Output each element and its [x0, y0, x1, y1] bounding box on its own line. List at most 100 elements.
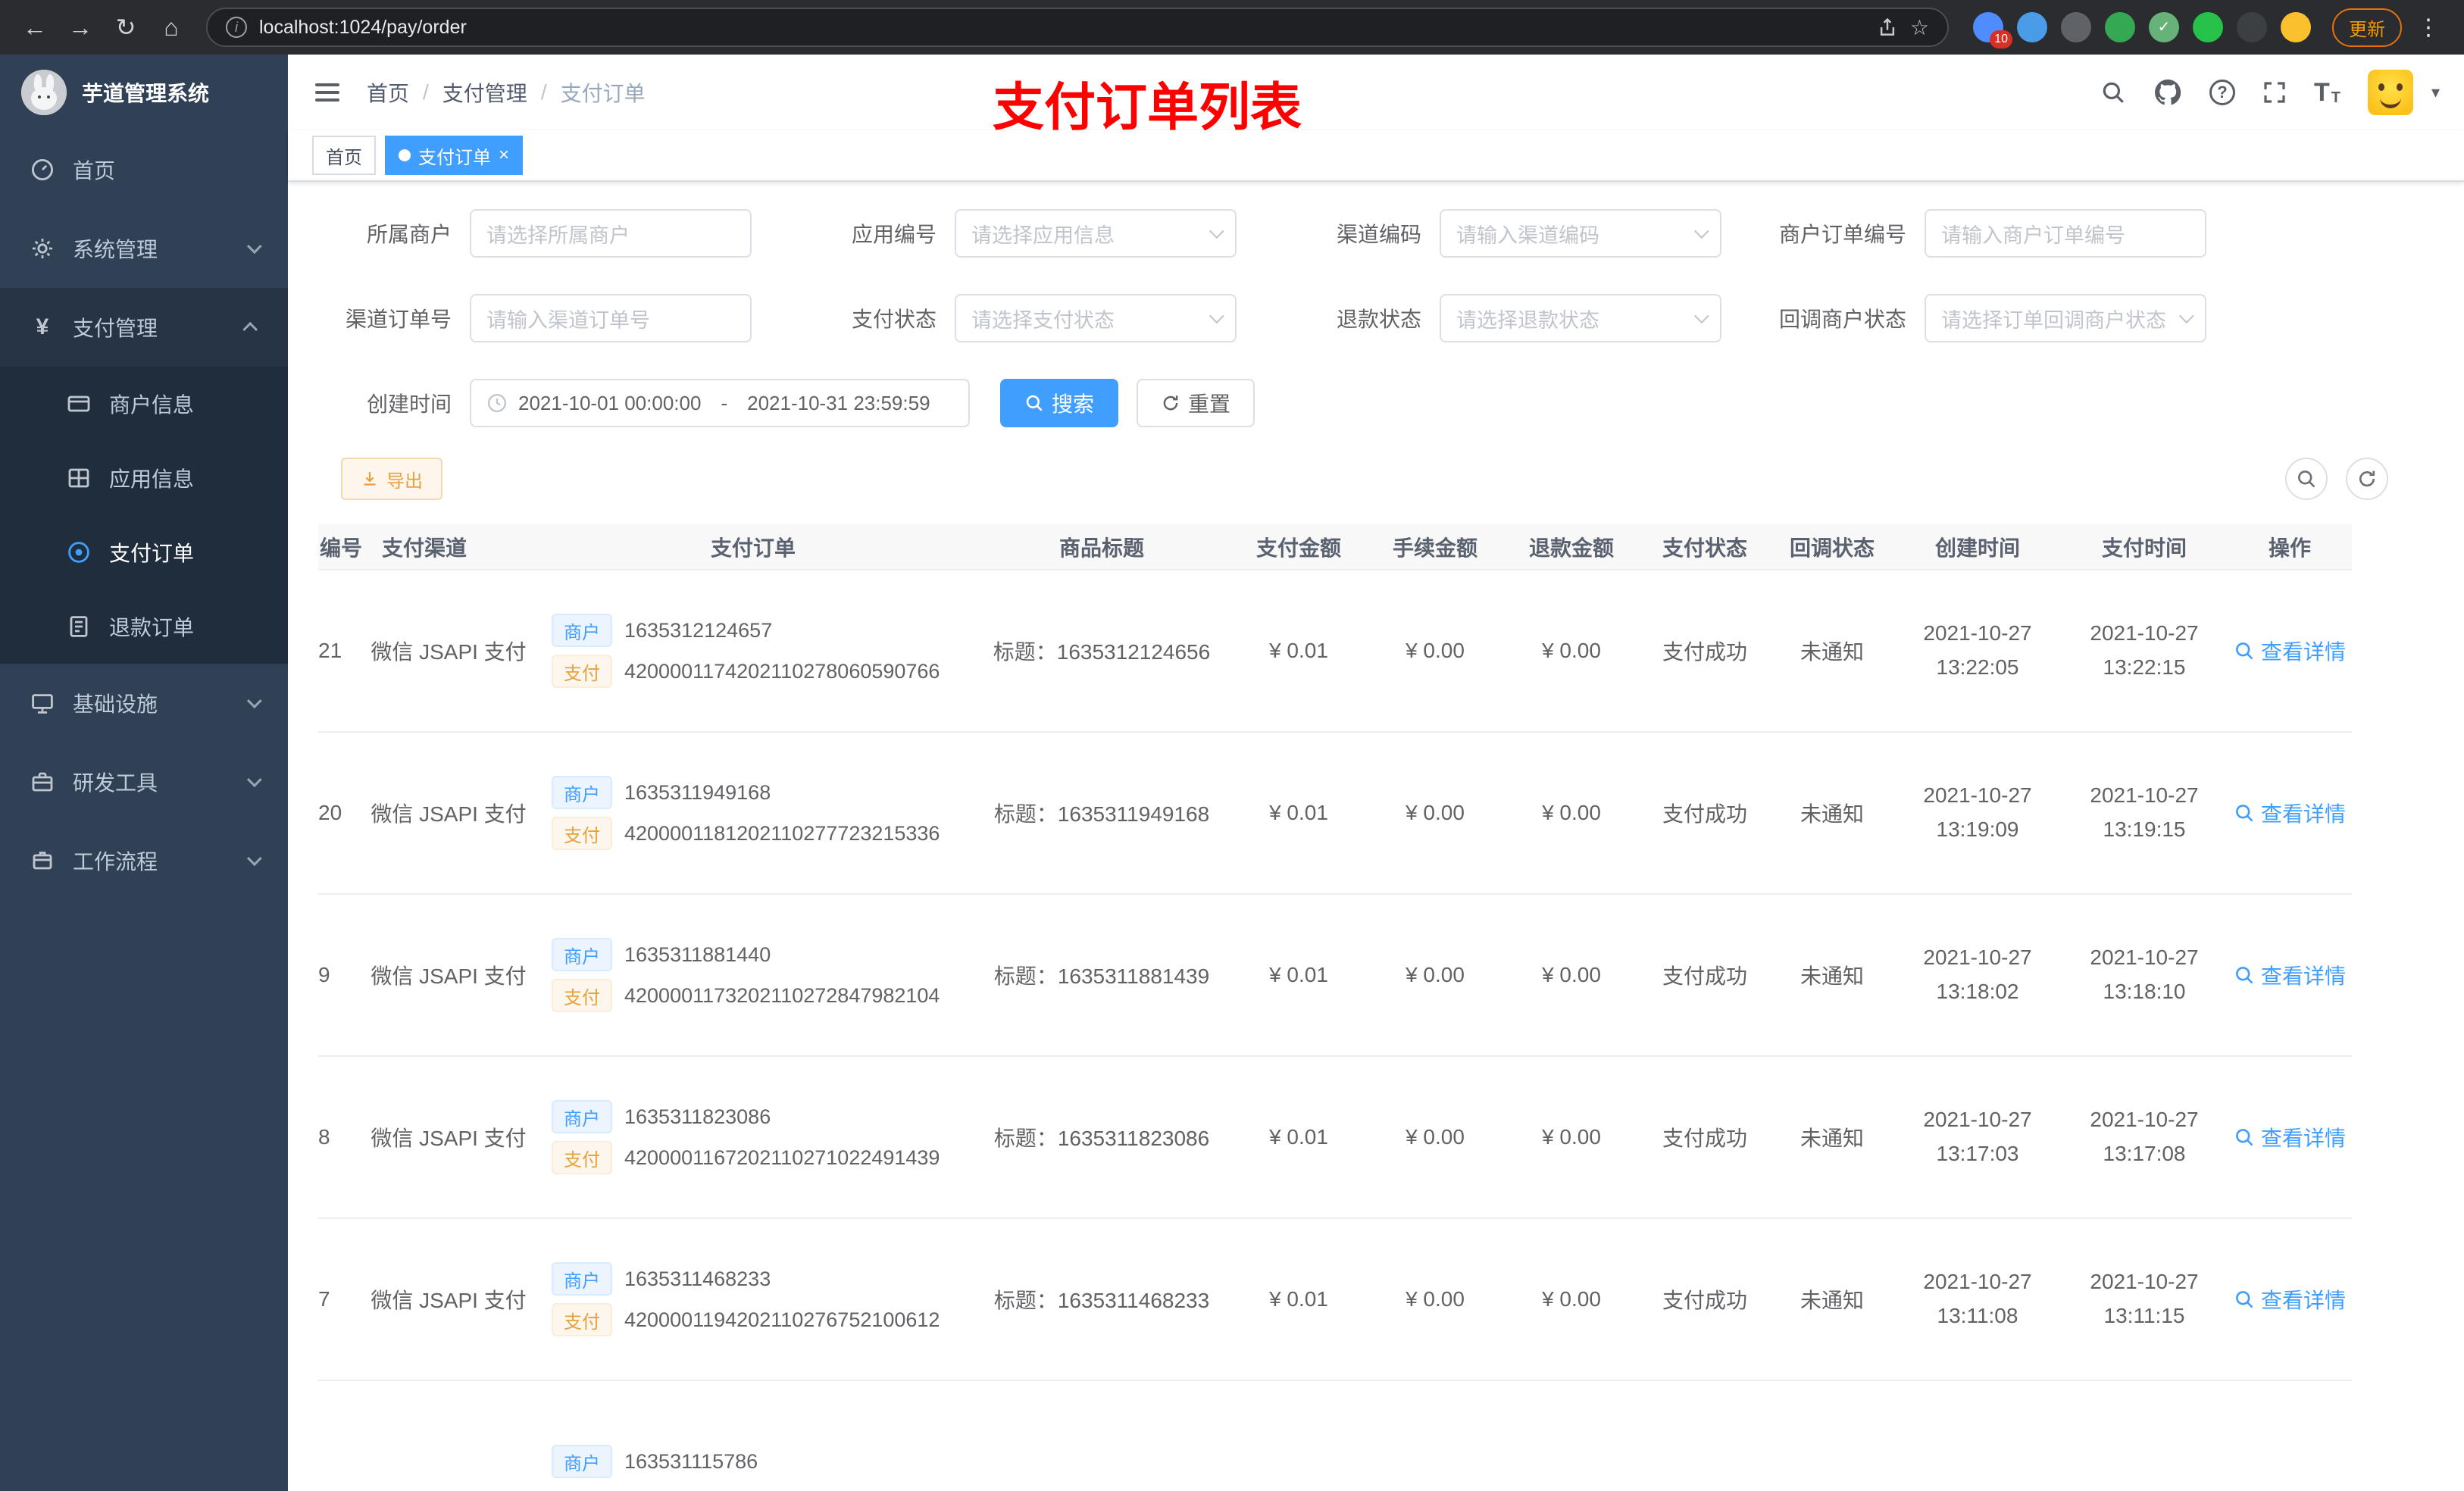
chevron-down-icon — [1209, 308, 1224, 324]
extension-icon[interactable] — [2193, 12, 2223, 42]
sidebar-item-app-info[interactable]: 应用信息 — [0, 441, 288, 515]
sidebar-item-label: 基础设施 — [73, 692, 158, 716]
create-time-range-input[interactable]: 2021-10-01 00:00:00 - 2021-10-31 23:59:5… — [470, 379, 970, 427]
share-icon[interactable] — [1877, 17, 1898, 38]
font-size-icon[interactable]: T T — [2314, 80, 2340, 105]
filter-field-input[interactable]: 请选择订单回调商户状态 — [1925, 294, 2206, 342]
id-cell: 20 — [318, 732, 364, 895]
id-cell: 8 — [318, 1056, 364, 1219]
filter-field-label: 渠道订单号 — [345, 308, 452, 331]
pay-order-cell: 商户 1635311468233 支付 42000011942021102767… — [533, 1218, 973, 1381]
extension-icon[interactable] — [2061, 12, 2091, 42]
chevron-down-icon — [246, 851, 262, 867]
pay-amount-cell — [1230, 1380, 1367, 1491]
product-title-cell: 标题：1635311881439 — [973, 894, 1230, 1057]
target-icon — [67, 540, 91, 564]
filter-field-input[interactable]: 请选择退款状态 — [1440, 294, 1721, 342]
sidebar-item-merchant-info[interactable]: 商户信息 — [0, 367, 288, 441]
extension-icon[interactable] — [2017, 12, 2047, 42]
search-icon — [2236, 966, 2253, 983]
sidebar-item-dev-tools[interactable]: 研发工具 — [0, 742, 288, 821]
browser-update-button[interactable]: 更新 — [2332, 8, 2402, 47]
sidebar-toggle-icon[interactable] — [312, 77, 342, 108]
tab-pay-order[interactable]: 支付订单 × — [385, 136, 524, 175]
placeholder-text: 请选择退款状态 — [1456, 308, 1599, 332]
address-bar[interactable]: i localhost:1024/pay/order ☆ — [206, 8, 1949, 47]
hide-search-button[interactable] — [2285, 458, 2328, 500]
channel-pay-no-line: 支付 4200001174202110278060590766 — [552, 655, 967, 688]
filter-field-input[interactable]: 请选择应用信息 — [955, 209, 1237, 258]
gear-icon — [30, 236, 55, 261]
bank-card-icon — [67, 392, 91, 416]
filter-form: 所属商户 请选择所属商户 应用编号 请选择应用信息 渠道编码 请输入渠道编码 商… — [318, 209, 2434, 379]
date-start: 2021-10-01 00:00:00 — [518, 391, 702, 414]
breadcrumb-item-home[interactable]: 首页 — [367, 77, 409, 108]
sidebar-item-workflow[interactable]: 工作流程 — [0, 821, 288, 900]
action-cell: 查看详情 — [2228, 1380, 2352, 1491]
sidebar-item-refund-order[interactable]: 退款订单 — [0, 589, 288, 664]
github-icon[interactable] — [2153, 78, 2182, 107]
site-info-icon[interactable]: i — [226, 17, 247, 38]
extension-icon[interactable]: ✓ — [2149, 12, 2179, 42]
view-detail-link[interactable]: 查看详情 — [2234, 636, 2346, 666]
id-cell — [318, 1380, 364, 1491]
refund-amount-cell: ¥ 0.00 — [1503, 732, 1640, 895]
browser-forward-button[interactable]: → — [61, 8, 100, 47]
filter-field-input[interactable]: 请输入渠道订单号 — [470, 294, 752, 342]
tab-close-icon[interactable]: × — [499, 146, 509, 164]
sidebar-item-home[interactable]: 首页 — [0, 130, 288, 209]
tab-home[interactable]: 首页 — [312, 136, 376, 175]
extension-icon[interactable]: 10 — [1973, 12, 2012, 48]
app-logo[interactable]: 芋道管理系统 — [0, 55, 288, 130]
id-cell: 21 — [318, 570, 364, 733]
view-detail-link[interactable]: 查看详情 — [2234, 960, 2346, 990]
sidebar-item-pay-order[interactable]: 支付订单 — [0, 515, 288, 589]
view-detail-link[interactable]: 查看详情 — [2234, 1122, 2346, 1152]
reset-button[interactable]: 重置 — [1137, 379, 1255, 427]
filter-field-label: 所属商户 — [366, 223, 452, 246]
url-text[interactable]: localhost:1024/pay/order — [259, 17, 1865, 39]
avatar-dropdown-caret-icon[interactable]: ▾ — [2431, 83, 2440, 102]
pay-time-cell: 2021-10-27 13:17:08 — [2061, 1056, 2228, 1219]
browser-home-button[interactable]: ⌂ — [152, 8, 191, 47]
filter-field-input[interactable]: 请选择支付状态 — [955, 294, 1237, 342]
extension-icon[interactable] — [2237, 12, 2267, 42]
fullscreen-icon[interactable] — [2262, 80, 2287, 105]
fee-amount-cell: ¥ 0.00 — [1367, 1218, 1503, 1381]
refresh-button[interactable] — [2346, 458, 2388, 500]
sidebar-item-system[interactable]: 系统管理 — [0, 209, 288, 288]
view-detail-link[interactable]: 查看详情 — [2234, 798, 2346, 828]
help-icon[interactable]: ? — [2209, 80, 2235, 105]
sidebar-item-label: 首页 — [73, 159, 116, 183]
user-avatar[interactable] — [2367, 70, 2413, 115]
fee-amount-cell: ¥ 0.00 — [1367, 894, 1503, 1057]
top-navbar: 首页 / 支付管理 / 支付订单 支付订单列表 ? T T ▾ — [288, 55, 2464, 136]
sidebar-item-label: 支付管理 — [73, 317, 158, 340]
extension-icon[interactable] — [2281, 12, 2311, 42]
filter-field-input[interactable]: 请选择所属商户 — [470, 209, 752, 258]
sidebar-item-label: 商户信息 — [109, 393, 195, 417]
action-cell: 查看详情 — [2228, 1218, 2352, 1381]
bookmark-star-icon[interactable]: ☆ — [1910, 15, 1929, 40]
export-button[interactable]: 导出 — [341, 458, 442, 500]
page-content: 所属商户 请选择所属商户 应用编号 请选择应用信息 渠道编码 请输入渠道编码 商… — [288, 182, 2464, 1491]
filter-field-input[interactable]: 请输入渠道编码 — [1440, 209, 1721, 258]
notify-status-cell: 未通知 — [1770, 1056, 1894, 1219]
sidebar-item-infrastructure[interactable]: 基础设施 — [0, 664, 288, 742]
filter-field-input[interactable]: 请输入商户订单编号 — [1925, 209, 2206, 258]
filter-field-label: 应用编号 — [851, 223, 937, 246]
filter-field-label: 渠道编码 — [1336, 223, 1421, 246]
table-header-cell: 商品标题 — [973, 524, 1230, 570]
search-button[interactable]: 搜索 — [1000, 379, 1119, 427]
browser-menu-icon[interactable]: ⋮ — [2408, 14, 2449, 41]
browser-reload-button[interactable]: ↻ — [106, 8, 145, 47]
pay-channel-cell: 微信 JSAPI 支付 — [364, 1218, 533, 1381]
table-header-cell: 支付金额 — [1230, 524, 1367, 570]
extension-icon[interactable] — [2105, 12, 2135, 42]
browser-back-button[interactable]: ← — [15, 8, 55, 47]
breadcrumb-item-payment[interactable]: 支付管理 — [442, 77, 527, 108]
grid-icon — [67, 466, 91, 490]
view-detail-link[interactable]: 查看详情 — [2234, 1284, 2346, 1314]
search-icon[interactable] — [2100, 80, 2126, 105]
sidebar-item-payment[interactable]: ¥ 支付管理 — [0, 288, 288, 367]
